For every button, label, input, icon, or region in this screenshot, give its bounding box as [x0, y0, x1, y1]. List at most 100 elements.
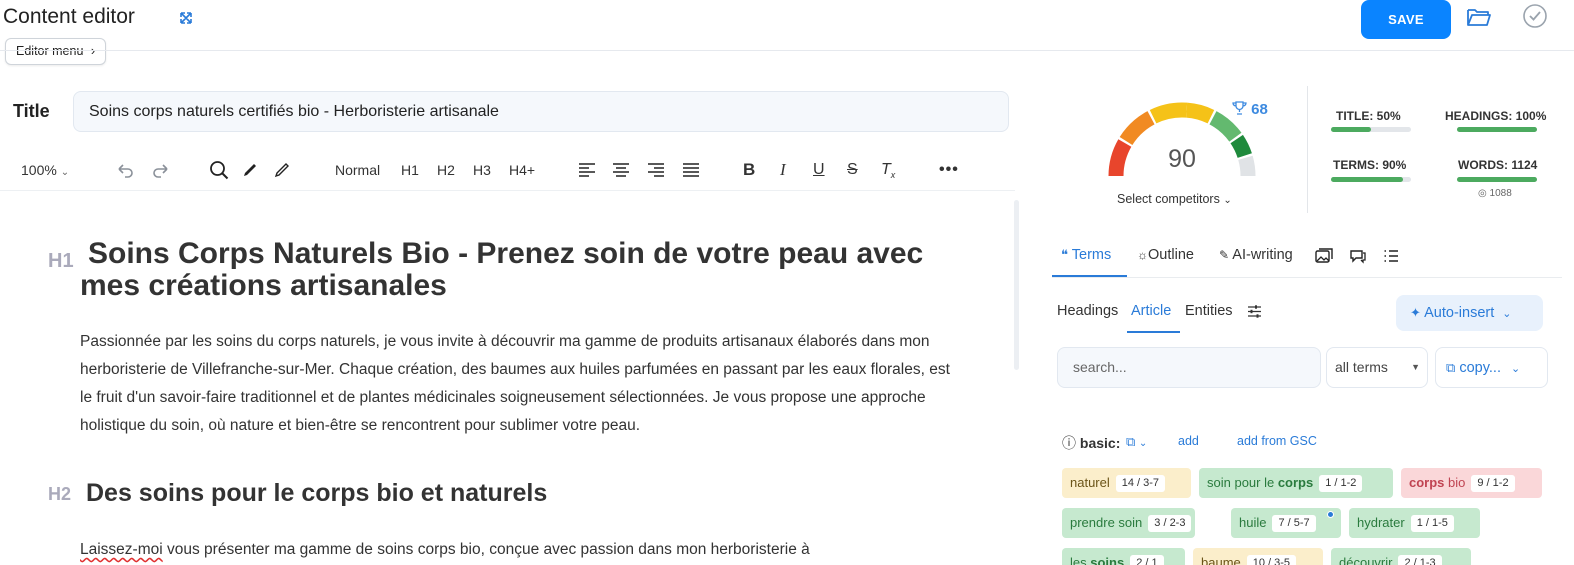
more-icon[interactable]: •••: [939, 154, 959, 186]
italic-icon[interactable]: I: [780, 154, 786, 186]
chevron-down-icon: ⌄: [60, 167, 70, 178]
gauge-segment: [1119, 111, 1155, 146]
term-text: huile: [1239, 515, 1267, 530]
toolbar-divider: [0, 190, 1015, 191]
underline-icon[interactable]: U: [813, 154, 825, 186]
subtab-entities[interactable]: Entities: [1185, 303, 1233, 319]
caret-down-icon: ▼: [1411, 362, 1420, 372]
gauge-segment: [1108, 139, 1132, 177]
title-label: Title: [13, 101, 50, 121]
score-value: 90: [1168, 145, 1196, 173]
term-chip[interactable]: soin pour le corps 1 / 1-2: [1199, 468, 1393, 498]
chevron-down-icon: ⌄: [1138, 438, 1148, 449]
lightbulb-icon: ☼: [1137, 248, 1148, 262]
term-text: naturel: [1070, 475, 1110, 490]
term-count: 9 / 1-2: [1471, 475, 1515, 492]
style-h2[interactable]: H2: [437, 154, 455, 186]
style-h4[interactable]: H4+: [509, 154, 535, 186]
term-chip[interactable]: découvrir 2 / 1-3: [1331, 548, 1471, 565]
h2-marker: H2: [48, 484, 72, 504]
metric-title-bar: [1331, 127, 1411, 132]
select-competitors-button[interactable]: Select competitors ⌄: [1117, 192, 1232, 206]
terms-filter-select[interactable]: all terms ▼: [1326, 347, 1428, 388]
chevron-down-icon: ⌄: [1223, 195, 1232, 206]
editor-menu-label: Editor menu: [16, 44, 84, 58]
check-circle-icon[interactable]: [1522, 3, 1548, 29]
paragraph-2-text: vous présenter ma gamme de soins corps b…: [162, 541, 810, 558]
undo-icon[interactable]: [115, 161, 135, 193]
document-h1[interactable]: Soins Corps Naturels Bio - Prenez soin d…: [80, 238, 960, 302]
editor-menu-button[interactable]: Editor menu ›: [5, 38, 107, 65]
style-h3[interactable]: H3: [473, 154, 491, 186]
header-divider: [0, 50, 1574, 51]
panel-tabs: ❝ Terms ☼Outline ✎ AI-writing: [1052, 240, 1552, 278]
term-count: 14 / 3-7: [1115, 475, 1166, 492]
tab-ai-writing[interactable]: ✎ AI-writing: [1219, 247, 1293, 263]
save-button[interactable]: SAVE: [1361, 0, 1451, 39]
spellcheck-word: Laissez-moi: [80, 541, 163, 558]
expand-icon[interactable]: [178, 10, 194, 26]
subtab-article[interactable]: Article: [1131, 303, 1171, 319]
chat-icon[interactable]: [1349, 248, 1367, 264]
bold-icon[interactable]: B: [743, 154, 755, 186]
term-count: 2 / 1: [1130, 555, 1164, 565]
term-chip[interactable]: prendre soin 3 / 2-3: [1062, 508, 1195, 538]
gauge-segment: [1238, 155, 1256, 177]
chevron-down-icon: ⌄: [1511, 363, 1521, 375]
term-keyword: corps: [1277, 475, 1314, 490]
folder-open-icon[interactable]: [1466, 6, 1492, 28]
paragraph-2[interactable]: Laissez-moi vous présenter ma gamme de s…: [80, 537, 960, 563]
zoom-select[interactable]: 100% ⌄: [21, 154, 69, 186]
document-h2[interactable]: Des soins pour le corps bio et naturels: [86, 479, 547, 508]
term-text: hydrater: [1357, 515, 1405, 530]
add-from-gsc-link[interactable]: add from GSC: [1237, 434, 1317, 448]
title-input[interactable]: Soins corps naturels certifiés bio - Her…: [73, 91, 1009, 132]
clear-format-icon[interactable]: Tx: [881, 154, 895, 186]
term-chip[interactable]: baume 10 / 3-5: [1193, 548, 1323, 565]
term-chip[interactable]: huile 7 / 5-7: [1231, 508, 1341, 538]
copy-button[interactable]: ⧉ copy... ⌄: [1435, 347, 1548, 388]
quote-icon: ❝: [1061, 247, 1068, 262]
images-icon[interactable]: [1315, 248, 1333, 264]
term-chip[interactable]: les soins 2 / 1: [1062, 548, 1185, 565]
list-icon[interactable]: [1383, 248, 1399, 264]
sliders-icon[interactable]: [1247, 304, 1262, 319]
magic-wand-icon: ✦: [1410, 305, 1421, 320]
style-h1[interactable]: H1: [401, 154, 419, 186]
term-count: 1 / 1-5: [1410, 515, 1454, 532]
editor-toolbar: 100% ⌄ Normal H1 H2 H3 H4+ B I U S Tx ••…: [0, 154, 1010, 190]
auto-insert-button[interactable]: ✦ Auto-insert ⌄: [1396, 295, 1543, 331]
highlighter-icon[interactable]: [241, 161, 259, 193]
tab-terms-label: Terms: [1071, 247, 1112, 263]
add-term-link[interactable]: add: [1178, 434, 1199, 448]
marker-icon[interactable]: [273, 161, 291, 193]
term-chip[interactable]: hydrater 1 / 1-5: [1349, 508, 1480, 538]
tab-outline[interactable]: ☼Outline: [1137, 247, 1194, 263]
gauge-segment: [1209, 111, 1242, 142]
basic-label: basic:: [1079, 435, 1121, 451]
search-input[interactable]: search...: [1057, 347, 1321, 388]
tab-ai-writing-label: AI-writing: [1232, 247, 1293, 263]
gauge-segment: [1185, 102, 1215, 124]
term-chip[interactable]: naturel 14 / 3-7: [1062, 468, 1191, 498]
copy-label: copy...: [1459, 360, 1501, 376]
paragraph-1[interactable]: Passionnée par les soins du corps nature…: [80, 328, 960, 440]
strikethrough-icon[interactable]: S: [847, 154, 858, 186]
editor-scrollbar[interactable]: [1014, 200, 1019, 370]
term-chip[interactable]: corps bio 9 / 1-2: [1401, 468, 1542, 498]
subtab-headings[interactable]: Headings: [1057, 303, 1118, 319]
gauge-segment: [1149, 102, 1188, 124]
chevron-down-icon: ⌄: [1502, 308, 1512, 320]
zoom-value: 100%: [21, 162, 57, 178]
term-count: 10 / 3-5: [1246, 555, 1297, 565]
select-competitors-label: Select competitors: [1117, 192, 1220, 206]
metric-headings-label: HEADINGS: 100%: [1445, 109, 1547, 123]
redo-icon[interactable]: [151, 161, 171, 193]
style-normal[interactable]: Normal: [335, 154, 380, 186]
tab-terms[interactable]: ❝ Terms: [1061, 247, 1111, 263]
term-text: bio: [1444, 475, 1466, 490]
metric-terms-bar: [1331, 177, 1411, 182]
copy-terms-icon[interactable]: ⧉ ⌄: [1126, 434, 1147, 450]
term-keyword: corps: [1409, 475, 1445, 490]
search-icon[interactable]: [209, 160, 229, 192]
